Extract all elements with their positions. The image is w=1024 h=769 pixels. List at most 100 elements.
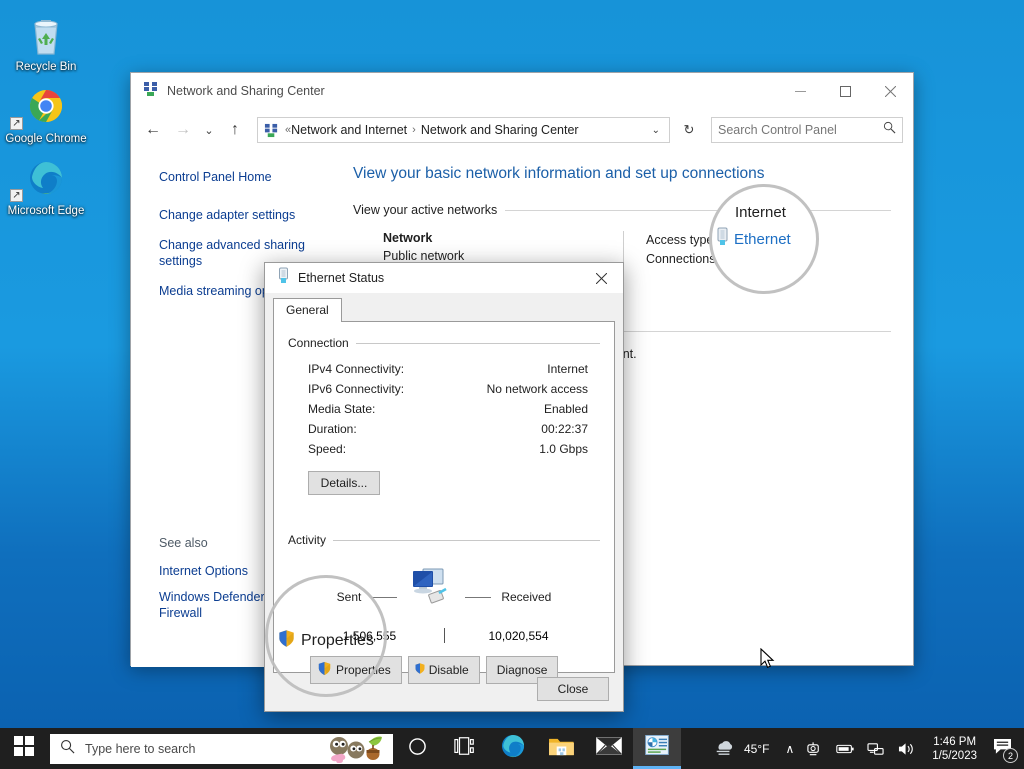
maximize-button[interactable]	[823, 73, 868, 109]
chevron-down-icon[interactable]: ⌄	[647, 125, 665, 136]
connections-label: Connections:	[646, 252, 719, 266]
window-titlebar[interactable]: Network and Sharing Center	[131, 73, 913, 109]
sidebar-item-control-panel-home[interactable]: Control Panel Home	[159, 169, 309, 185]
dialog-titlebar[interactable]: Ethernet Status	[265, 263, 623, 293]
temperature-value: 45°F	[743, 741, 770, 756]
breadcrumb-item-network-and-internet[interactable]: Network and Internet	[291, 123, 407, 137]
desktop-icon-microsoft-edge[interactable]: ↗ Microsoft Edge	[0, 150, 92, 222]
network-name: Network	[383, 231, 433, 245]
network-sharing-icon	[143, 81, 159, 102]
taskbar-button-task-view[interactable]	[441, 728, 489, 769]
divider	[465, 596, 492, 598]
disable-button[interactable]: Disable	[407, 656, 480, 684]
received-label: Received	[501, 590, 552, 604]
clock-date: 1/5/2023	[932, 749, 977, 762]
address-bar-icon	[264, 123, 279, 138]
taskbar-button-control-panel[interactable]	[633, 728, 681, 769]
notification-badge: 2	[1003, 748, 1018, 763]
control-panel-icon	[645, 734, 669, 760]
activity-labels: Sent Received	[288, 556, 600, 618]
duration-label: Duration:	[308, 422, 357, 436]
active-networks-label: View your active networks	[353, 203, 498, 217]
access-type-row: Access type: Internet	[646, 231, 772, 250]
breadcrumb-item-network-and-sharing-center[interactable]: Network and Sharing Center	[421, 123, 579, 137]
properties-button[interactable]: Properties	[310, 656, 402, 684]
search-icon	[883, 121, 896, 139]
taskbar-search-box[interactable]: Type here to search	[50, 733, 393, 764]
connections-link-ethernet[interactable]: Ethernet	[725, 250, 772, 269]
tray-icon-network[interactable]	[861, 728, 891, 769]
search-icon	[60, 739, 75, 759]
windows-start-icon	[14, 736, 34, 761]
tray-icon-volume[interactable]	[891, 728, 922, 769]
desktop-icon-label: Google Chrome	[5, 133, 87, 145]
chevron-up-icon: ∧	[785, 741, 795, 756]
network-icon	[867, 742, 884, 755]
activity-values: 1,506,555 10,020,554	[288, 628, 600, 643]
minimize-button[interactable]	[778, 73, 823, 109]
action-center-button[interactable]: 2	[987, 728, 1022, 769]
forward-button[interactable]: →	[169, 116, 197, 144]
desktop-icon-area: Recycle Bin ↗ Google Chrome ↗ Microsoft …	[0, 6, 92, 222]
up-button[interactable]: ↑	[221, 116, 249, 144]
edge-icon: ↗	[2, 156, 90, 202]
sent-label: Sent	[336, 590, 362, 604]
page-title: View your basic network information and …	[353, 165, 765, 182]
ethernet-icon	[277, 267, 290, 289]
volume-icon	[899, 742, 913, 755]
start-button[interactable]	[0, 728, 48, 769]
back-button[interactable]: ←	[139, 116, 167, 144]
divider	[371, 596, 398, 598]
activity-legend: Activity	[288, 533, 327, 547]
battery-icon	[836, 744, 854, 753]
duration-value: 00:22:37	[541, 422, 588, 436]
taskbar-clock[interactable]: 1:46 PM 1/5/2023	[922, 735, 987, 763]
details-button[interactable]: Details...	[308, 471, 380, 495]
taskbar-button-cortana[interactable]	[393, 728, 441, 769]
disable-button-label: Disable	[428, 663, 469, 677]
media-state-value: Enabled	[543, 402, 588, 416]
search-input[interactable]	[718, 123, 883, 137]
connection-legend: Connection	[288, 336, 349, 350]
show-hidden-icons-button[interactable]: ∧	[779, 728, 800, 769]
refresh-button[interactable]: ↻	[675, 117, 703, 143]
network-type: Public network	[383, 249, 465, 263]
tray-icon-webcam[interactable]	[800, 728, 829, 769]
desktop-icon-google-chrome[interactable]: ↗ Google Chrome	[0, 78, 92, 150]
sent-value: 1,506,555	[342, 628, 397, 643]
taskbar-button-mail[interactable]	[585, 728, 633, 769]
weather-widget[interactable]: 45°F	[706, 728, 779, 769]
divider	[443, 628, 445, 643]
navigation-bar: ← → ⌄ ↑ « Network and Internet › Network…	[131, 109, 913, 151]
taskbar-button-file-explorer[interactable]	[537, 728, 585, 769]
activity-fieldset-header: Activity	[288, 533, 600, 547]
dialog-title: Ethernet Status	[298, 271, 385, 285]
ipv6-connectivity-label: IPv6 Connectivity:	[308, 382, 405, 396]
address-bar[interactable]: « Network and Internet › Network and Sha…	[257, 117, 670, 143]
activity-section: Activity Sent Received 1,506,555 10,020,…	[288, 533, 600, 648]
dialog-close-button[interactable]	[579, 263, 623, 293]
tray-icon-battery[interactable]	[829, 728, 861, 769]
close-button[interactable]	[868, 73, 913, 109]
recent-locations-button[interactable]: ⌄	[199, 116, 219, 144]
edge-icon	[500, 733, 526, 764]
access-type-value: Internet	[722, 233, 766, 247]
dialog-close-action-button[interactable]: Close	[537, 677, 609, 701]
folder-icon	[548, 735, 575, 763]
squirrel-acorn-icon	[325, 735, 387, 763]
desktop-icon-recycle-bin[interactable]: Recycle Bin	[0, 6, 92, 78]
table-row: IPv6 Connectivity: No network access	[288, 379, 600, 399]
envelope-icon	[596, 736, 622, 761]
search-box[interactable]	[711, 117, 903, 143]
table-row: Media State: Enabled	[288, 399, 600, 419]
window-controls	[778, 73, 913, 109]
sidebar-item-change-adapter-settings[interactable]: Change adapter settings	[159, 207, 309, 223]
speed-value: 1.0 Gbps	[539, 442, 588, 456]
network-details: Access type: Internet Connections: Ether…	[623, 231, 772, 269]
uac-shield-icon	[317, 661, 332, 679]
table-row: Speed: 1.0 Gbps	[288, 439, 600, 459]
access-type-label: Access type:	[646, 233, 717, 247]
taskbar-button-microsoft-edge[interactable]	[489, 728, 537, 769]
dialog-tabstrip: General	[265, 293, 623, 322]
tab-general[interactable]: General	[273, 298, 342, 322]
